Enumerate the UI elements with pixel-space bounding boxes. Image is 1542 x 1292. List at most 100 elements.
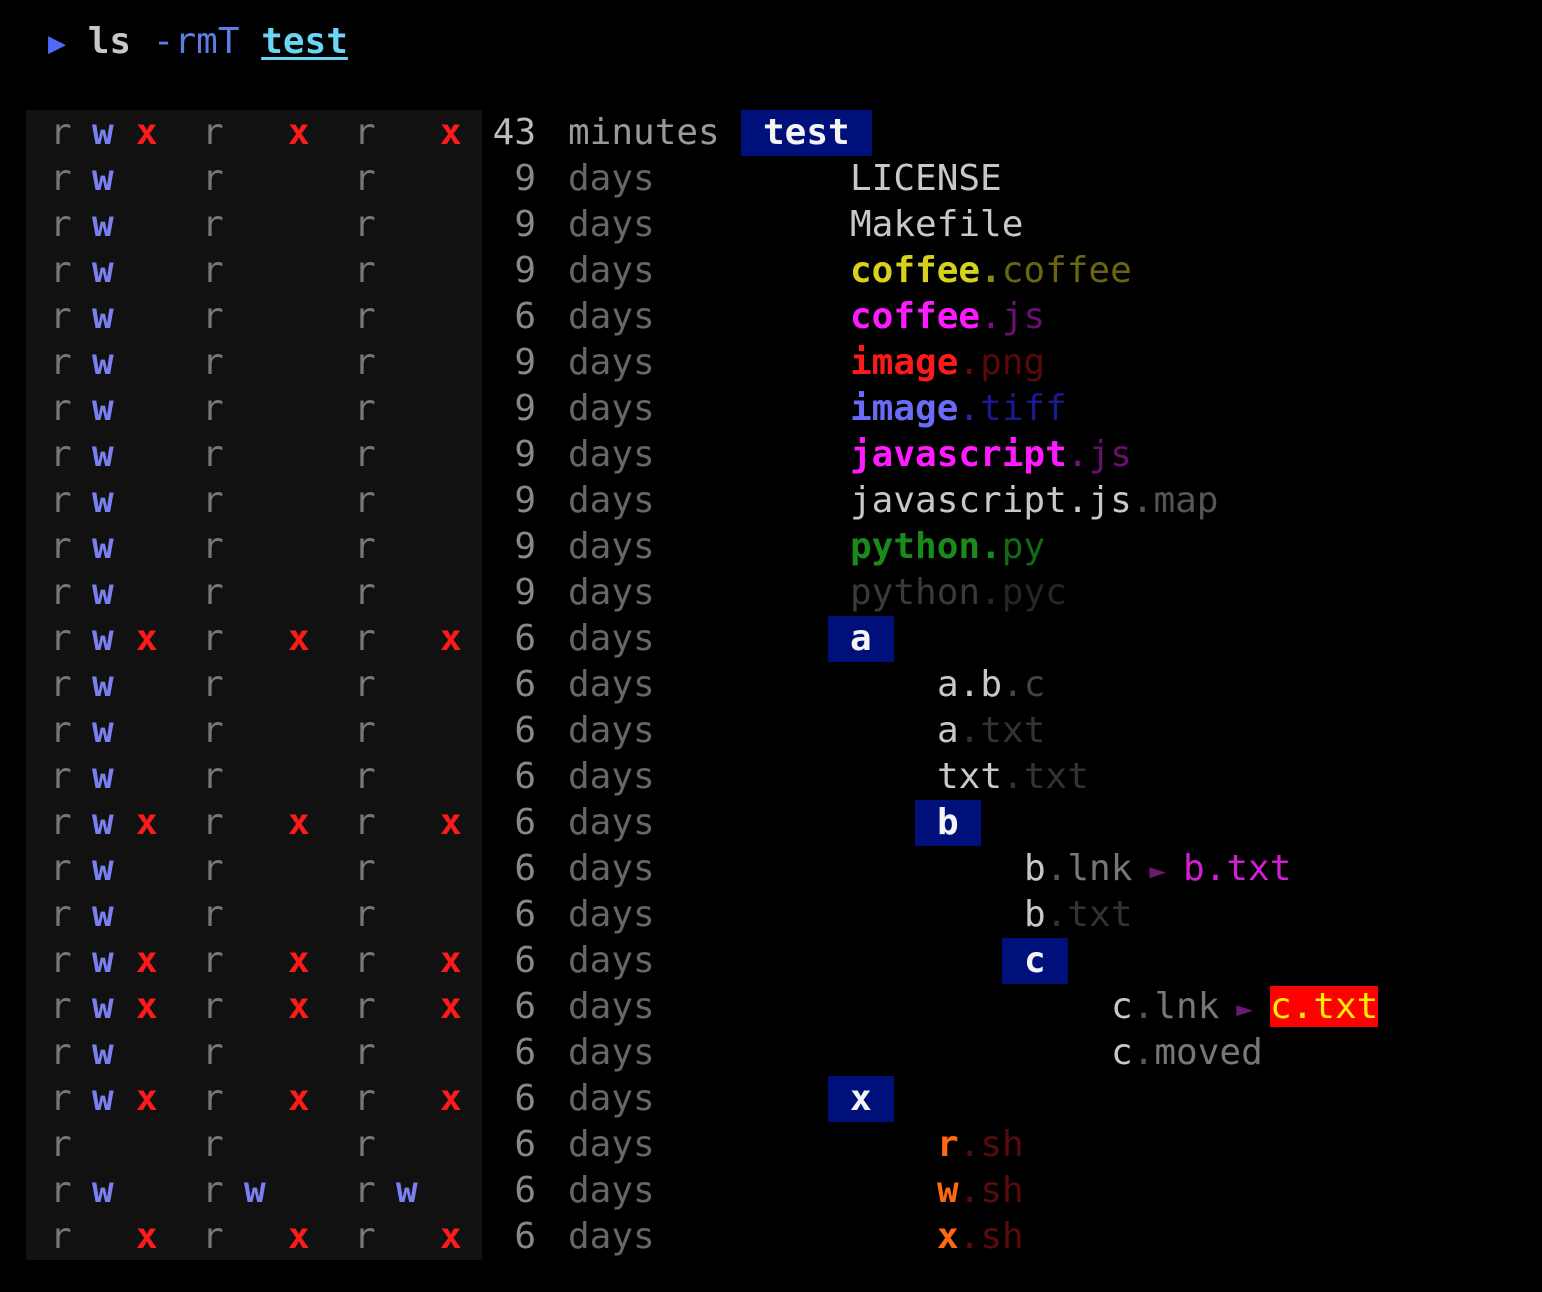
modified-age-unit: days <box>568 1078 655 1119</box>
permission-r: r <box>354 1032 376 1073</box>
file-name[interactable]: b.lnk ► b.txt <box>1024 846 1291 894</box>
permission-w: w <box>92 1078 114 1119</box>
modified-age-unit: days <box>568 894 655 935</box>
file-name[interactable]: x.sh <box>937 1214 1024 1260</box>
directory-name[interactable]: test <box>741 110 872 156</box>
file-name-part: py <box>1001 526 1046 567</box>
modified-age-number: 6 <box>514 618 536 659</box>
modified-age-unit: minutes <box>568 112 720 153</box>
permission-r: r <box>202 388 224 429</box>
table-row[interactable]: r w r r 9 days python.pyc <box>0 570 1542 616</box>
permission-r: r <box>50 986 72 1027</box>
directory-name[interactable]: b <box>915 800 981 846</box>
modified-age-number: 9 <box>514 434 536 475</box>
file-name-part: c <box>1111 986 1133 1027</box>
table-row[interactable]: r w x r x r x 6 days a <box>0 616 1542 662</box>
permission-w: w <box>92 204 114 245</box>
file-name[interactable]: a.txt <box>937 708 1045 754</box>
table-row[interactable]: r w x r x r x 6 days x <box>0 1076 1542 1122</box>
table-row[interactable]: r w r r 9 days javascript.js <box>0 432 1542 478</box>
file-name[interactable]: coffee.js <box>850 294 1045 340</box>
table-row[interactable]: r w r r 9 days image.png <box>0 340 1542 386</box>
permission-r: r <box>202 434 224 475</box>
permission-x: x <box>440 940 462 981</box>
table-row[interactable]: r x r x r x 6 days x.sh <box>0 1214 1542 1260</box>
file-name[interactable]: image.png <box>850 340 1045 386</box>
table-row[interactable]: r w r r 9 days LICENSE <box>0 156 1542 202</box>
table-row[interactable]: r w r w r w 6 days w.sh <box>0 1168 1542 1214</box>
file-name-part: moved <box>1154 1032 1263 1073</box>
permission-x: x <box>288 1078 310 1119</box>
table-row[interactable]: r w x r x r x 6 days c.lnk ► c.txt <box>0 984 1542 1030</box>
file-name[interactable]: coffee.coffee <box>850 248 1132 294</box>
command-path-link[interactable]: test <box>261 21 348 62</box>
modified-age-unit: days <box>568 940 655 981</box>
file-name-part: coffee <box>1001 250 1132 291</box>
permission-r: r <box>354 1216 376 1257</box>
file-name[interactable]: Makefile <box>850 202 1023 248</box>
table-row[interactable]: r w r r 9 days coffee.coffee <box>0 248 1542 294</box>
modified-age-unit: days <box>568 618 655 659</box>
table-row[interactable]: r w x r x r x 43 minutes test <box>0 110 1542 156</box>
file-name[interactable]: c.lnk ► c.txt <box>1111 984 1379 1032</box>
table-row[interactable]: r r r 6 days r.sh <box>0 1122 1542 1168</box>
table-row[interactable]: r w r r 9 days image.tiff <box>0 386 1542 432</box>
permission-r: r <box>354 940 376 981</box>
modified-age-number: 6 <box>514 1216 536 1257</box>
permission-x: x <box>136 1216 158 1257</box>
file-name[interactable]: c.moved <box>1111 1030 1263 1076</box>
modified-age-number: 6 <box>514 664 536 705</box>
file-name[interactable]: w.sh <box>937 1168 1024 1214</box>
permission-r: r <box>50 1078 72 1119</box>
file-name-part: Makefile <box>850 204 1024 245</box>
file-name-part: . <box>980 572 1002 613</box>
table-row[interactable]: r w r r 9 days python.py <box>0 524 1542 570</box>
permission-r: r <box>354 434 376 475</box>
file-name[interactable]: image.tiff <box>850 386 1067 432</box>
modified-age-unit: days <box>568 986 655 1027</box>
file-name-part: lnk <box>1067 848 1133 889</box>
table-row[interactable]: r w r r 6 days a.txt <box>0 708 1542 754</box>
table-row[interactable]: r w r r 6 days b.lnk ► b.txt <box>0 846 1542 892</box>
table-row[interactable]: r w r r 6 days c.moved <box>0 1030 1542 1076</box>
directory-label: test <box>741 110 872 156</box>
permission-x: x <box>136 112 158 153</box>
directory-name[interactable]: c <box>1002 938 1068 984</box>
file-name[interactable]: javascript.js.map <box>850 478 1218 524</box>
directory-name[interactable]: x <box>828 1076 894 1122</box>
file-name[interactable]: a.b.c <box>937 662 1045 708</box>
table-row[interactable]: r w x r x r x 6 days b <box>0 800 1542 846</box>
file-name[interactable]: python.py <box>850 524 1045 570</box>
file-listing: r w x r x r x 43 minutes test r w r r 9 days LICENSE r w r r… <box>0 110 1542 1260</box>
table-row[interactable]: r w r r 6 days a.b.c <box>0 662 1542 708</box>
file-name-part: b <box>1024 848 1046 889</box>
file-name[interactable]: python.pyc <box>850 570 1067 616</box>
permission-r: r <box>354 526 376 567</box>
directory-label: c <box>1002 938 1068 984</box>
directory-name[interactable]: a <box>828 616 894 662</box>
table-row[interactable]: r w r r 9 days javascript.js.map <box>0 478 1542 524</box>
table-row[interactable]: r w x r x r x 6 days c <box>0 938 1542 984</box>
permission-r: r <box>354 664 376 705</box>
table-row[interactable]: r w r r 6 days b.txt <box>0 892 1542 938</box>
file-name[interactable]: b.txt <box>1024 892 1132 938</box>
file-name[interactable]: LICENSE <box>850 156 1002 202</box>
permission-w: w <box>92 572 114 613</box>
file-name[interactable]: javascript.js <box>850 432 1132 478</box>
file-name-part: c <box>1111 1032 1133 1073</box>
table-row[interactable]: r w r r 6 days txt.txt <box>0 754 1542 800</box>
file-name[interactable]: r.sh <box>937 1122 1024 1168</box>
modified-age-unit: days <box>568 848 655 889</box>
file-name-part: js <box>1001 296 1046 337</box>
permission-r: r <box>354 1170 376 1211</box>
modified-age-unit: days <box>568 756 655 797</box>
file-name-part: . <box>1045 848 1068 889</box>
permission-r: r <box>50 250 72 291</box>
permission-r: r <box>50 1124 72 1165</box>
file-name-part: txt <box>980 710 1046 751</box>
table-row[interactable]: r w r r 6 days coffee.js <box>0 294 1542 340</box>
file-name[interactable]: txt.txt <box>937 754 1089 800</box>
permission-r: r <box>202 204 224 245</box>
table-row[interactable]: r w r r 9 days Makefile <box>0 202 1542 248</box>
permission-r: r <box>202 802 224 843</box>
